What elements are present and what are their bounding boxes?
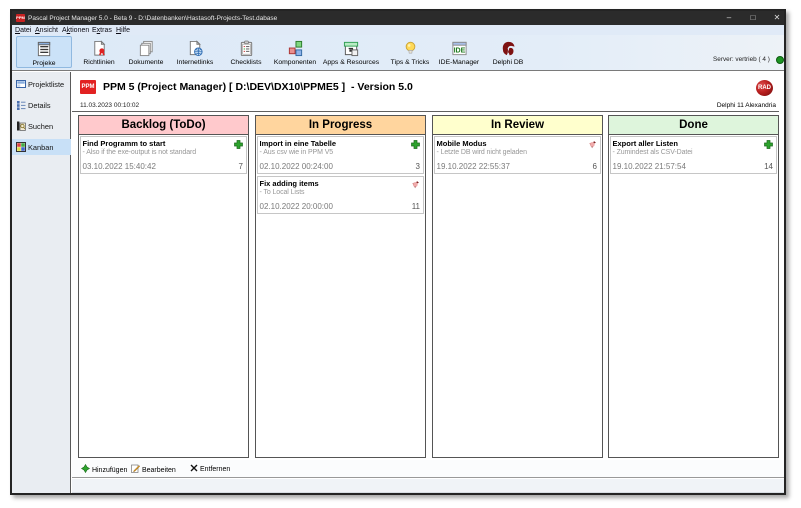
svg-text:IDE: IDE (453, 46, 465, 54)
